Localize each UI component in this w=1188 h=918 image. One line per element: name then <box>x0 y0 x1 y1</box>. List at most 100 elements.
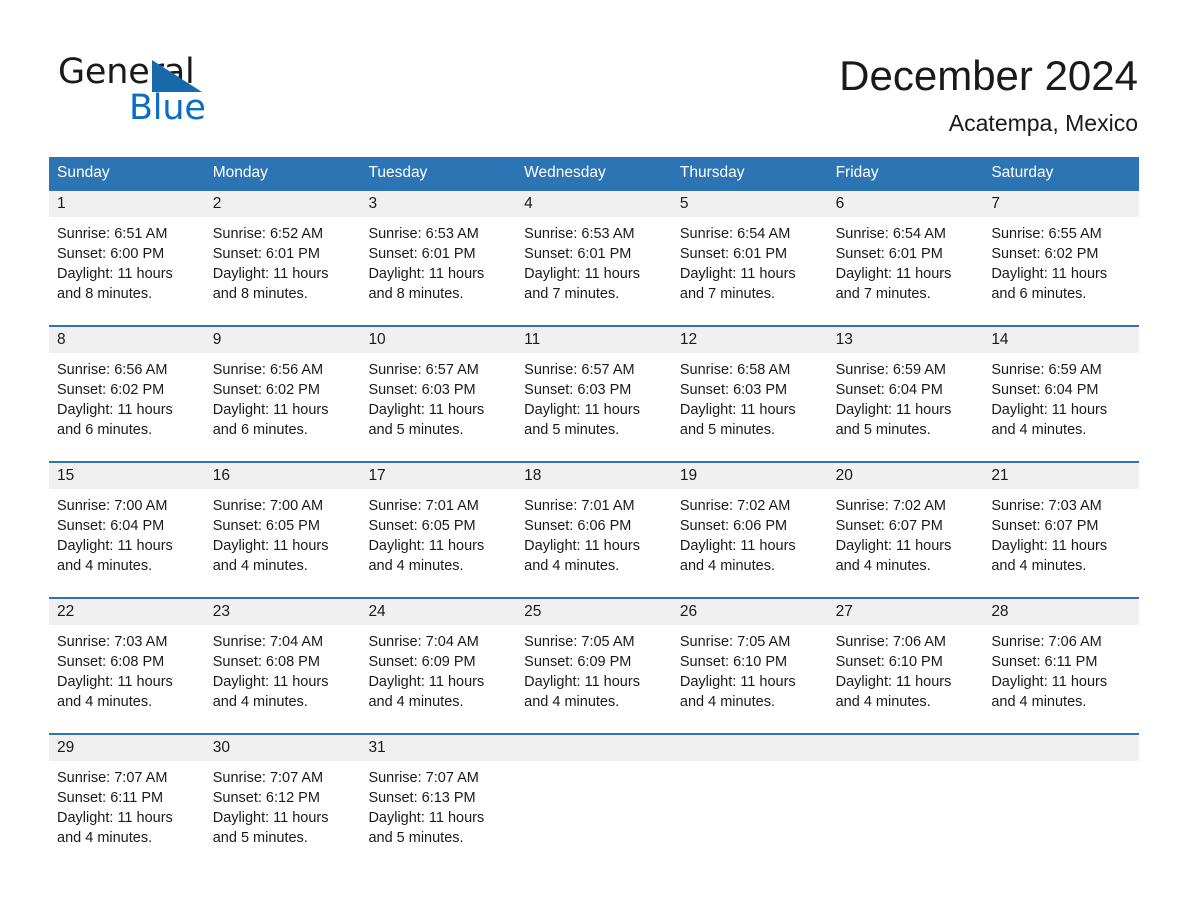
weekday-header-wednesday: Wednesday <box>524 164 606 181</box>
date-number: 18 <box>524 467 542 484</box>
day-cell: Sunrise: 7:00 AM Sunset: 6:05 PM Dayligh… <box>205 489 361 597</box>
calendar-table: Sunday Monday Tuesday Wednesday Thursday… <box>49 157 1139 873</box>
date-number: 11 <box>524 331 541 348</box>
sunrise-text: Sunrise: 6:59 AM <box>835 362 947 378</box>
daylight-text-line1: Daylight: 11 hours <box>524 674 640 690</box>
day-cell: Sunrise: 7:07 AM Sunset: 6:13 PM Dayligh… <box>360 761 516 873</box>
calendar-page: General Blue December 2024 Acatempa, Mex… <box>0 0 1188 918</box>
date-number: 23 <box>212 603 230 620</box>
daylight-text-line1: Daylight: 11 hours <box>57 538 173 554</box>
location-subtitle: Acatempa, Mexico <box>948 110 1138 136</box>
week-date-number-band: 29 30 31 <box>49 735 1139 761</box>
weekday-header-thursday: Thursday <box>679 164 745 181</box>
day-cell: Sunrise: 6:59 AM Sunset: 6:04 PM Dayligh… <box>983 353 1139 461</box>
sunrise-text: Sunrise: 6:52 AM <box>212 226 324 242</box>
sunset-text: Sunset: 6:04 PM <box>57 518 165 534</box>
date-number: 7 <box>991 195 1000 212</box>
sunset-text: Sunset: 6:07 PM <box>835 518 943 534</box>
day-cell: Sunrise: 6:59 AM Sunset: 6:04 PM Dayligh… <box>828 353 984 461</box>
calendar-week-row: 8 9 10 11 12 13 14 Sunrise: 6:56 AM Suns… <box>49 325 1139 461</box>
general-blue-logo: General Blue <box>58 52 358 142</box>
day-cell: Sunrise: 7:07 AM Sunset: 6:11 PM Dayligh… <box>49 761 205 873</box>
daylight-text-line1: Daylight: 11 hours <box>212 674 329 690</box>
day-cell: Sunrise: 7:00 AM Sunset: 6:04 PM Dayligh… <box>49 489 205 597</box>
weekday-header-monday: Monday <box>212 164 268 181</box>
daylight-text-line2: and 4 minutes. <box>524 694 620 710</box>
sunrise-text: Sunrise: 6:53 AM <box>524 226 635 242</box>
daylight-text-line1: Daylight: 11 hours <box>524 402 640 418</box>
sunset-text: Sunset: 6:06 PM <box>679 518 788 534</box>
daylight-text-line2: and 4 minutes. <box>57 694 153 710</box>
date-number-empty <box>983 735 1139 761</box>
weekday-header-row: Sunday Monday Tuesday Wednesday Thursday… <box>49 157 1139 189</box>
logo-text-blue: Blue <box>129 88 206 128</box>
sunset-text: Sunset: 6:06 PM <box>524 518 632 534</box>
sunset-text: Sunset: 6:08 PM <box>57 654 165 670</box>
daylight-text-line2: and 7 minutes. <box>679 286 775 302</box>
daylight-text-line1: Daylight: 11 hours <box>679 402 796 418</box>
sunrise-text: Sunrise: 7:07 AM <box>57 770 168 786</box>
sunset-text: Sunset: 6:08 PM <box>212 654 320 670</box>
day-cell: Sunrise: 6:52 AM Sunset: 6:01 PM Dayligh… <box>205 217 361 325</box>
sunset-text: Sunset: 6:04 PM <box>991 382 1099 398</box>
day-cell: Sunrise: 7:03 AM Sunset: 6:07 PM Dayligh… <box>983 489 1139 597</box>
sunrise-text: Sunrise: 7:00 AM <box>57 498 168 514</box>
daylight-text-line1: Daylight: 11 hours <box>679 538 796 554</box>
date-number: 16 <box>212 467 230 484</box>
weekday-header-friday: Friday <box>835 164 879 181</box>
weekday-header-sunday: Sunday <box>57 164 110 181</box>
daylight-text-line2: and 8 minutes. <box>212 286 308 302</box>
sunrise-text: Sunrise: 7:03 AM <box>57 634 168 650</box>
sunrise-text: Sunrise: 6:59 AM <box>991 362 1102 378</box>
week-detail-band: Sunrise: 7:03 AM Sunset: 6:08 PM Dayligh… <box>49 625 1139 733</box>
day-cell: Sunrise: 7:03 AM Sunset: 6:08 PM Dayligh… <box>49 625 205 733</box>
daylight-text-line1: Daylight: 11 hours <box>835 674 952 690</box>
date-number: 10 <box>368 331 386 348</box>
date-number: 29 <box>57 739 75 756</box>
daylight-text-line2: and 6 minutes. <box>991 286 1087 302</box>
sunrise-text: Sunrise: 6:54 AM <box>679 226 791 242</box>
daylight-text-line1: Daylight: 11 hours <box>368 674 485 690</box>
date-number: 24 <box>368 603 386 620</box>
date-number: 6 <box>835 195 845 212</box>
sunset-text: Sunset: 6:02 PM <box>212 382 320 398</box>
daylight-text-line1: Daylight: 11 hours <box>991 674 1108 690</box>
daylight-text-line2: and 6 minutes. <box>212 422 308 438</box>
sunset-text: Sunset: 6:03 PM <box>524 382 632 398</box>
daylight-text-line1: Daylight: 11 hours <box>679 674 796 690</box>
sunrise-text: Sunrise: 6:58 AM <box>679 362 791 378</box>
day-cell-empty <box>983 761 1139 873</box>
date-number: 28 <box>991 603 1009 620</box>
daylight-text-line2: and 5 minutes. <box>524 422 620 438</box>
sunrise-text: Sunrise: 7:03 AM <box>991 498 1102 514</box>
day-cell: Sunrise: 6:53 AM Sunset: 6:01 PM Dayligh… <box>360 217 516 325</box>
day-cell: Sunrise: 7:04 AM Sunset: 6:08 PM Dayligh… <box>205 625 361 733</box>
sunset-text: Sunset: 6:03 PM <box>368 382 476 398</box>
sunrise-text: Sunrise: 6:57 AM <box>524 362 635 378</box>
date-number: 13 <box>835 331 853 348</box>
sunrise-text: Sunrise: 7:02 AM <box>679 498 791 514</box>
daylight-text-line2: and 4 minutes. <box>212 558 308 574</box>
sunset-text: Sunset: 6:10 PM <box>835 654 943 670</box>
daylight-text-line2: and 4 minutes. <box>57 558 153 574</box>
date-number: 14 <box>991 331 1009 348</box>
day-cell: Sunrise: 6:56 AM Sunset: 6:02 PM Dayligh… <box>205 353 361 461</box>
daylight-text-line2: and 4 minutes. <box>212 694 308 710</box>
sunrise-text: Sunrise: 7:02 AM <box>835 498 947 514</box>
daylight-text-line1: Daylight: 11 hours <box>212 402 329 418</box>
date-number: 19 <box>679 467 698 484</box>
day-cell: Sunrise: 6:56 AM Sunset: 6:02 PM Dayligh… <box>49 353 205 461</box>
day-cell: Sunrise: 6:58 AM Sunset: 6:03 PM Dayligh… <box>672 353 828 461</box>
day-cell: Sunrise: 6:57 AM Sunset: 6:03 PM Dayligh… <box>360 353 516 461</box>
date-number-empty <box>516 735 672 761</box>
daylight-text-line1: Daylight: 11 hours <box>991 402 1108 418</box>
day-cell: Sunrise: 7:07 AM Sunset: 6:12 PM Dayligh… <box>205 761 361 873</box>
daylight-text-line1: Daylight: 11 hours <box>835 402 952 418</box>
sunrise-text: Sunrise: 6:55 AM <box>991 226 1102 242</box>
date-number: 4 <box>524 195 533 212</box>
sunrise-text: Sunrise: 7:04 AM <box>212 634 324 650</box>
date-number: 20 <box>835 467 853 484</box>
day-cell-empty <box>828 761 984 873</box>
daylight-text-line2: and 4 minutes. <box>991 558 1087 574</box>
day-cell: Sunrise: 7:05 AM Sunset: 6:10 PM Dayligh… <box>672 625 828 733</box>
